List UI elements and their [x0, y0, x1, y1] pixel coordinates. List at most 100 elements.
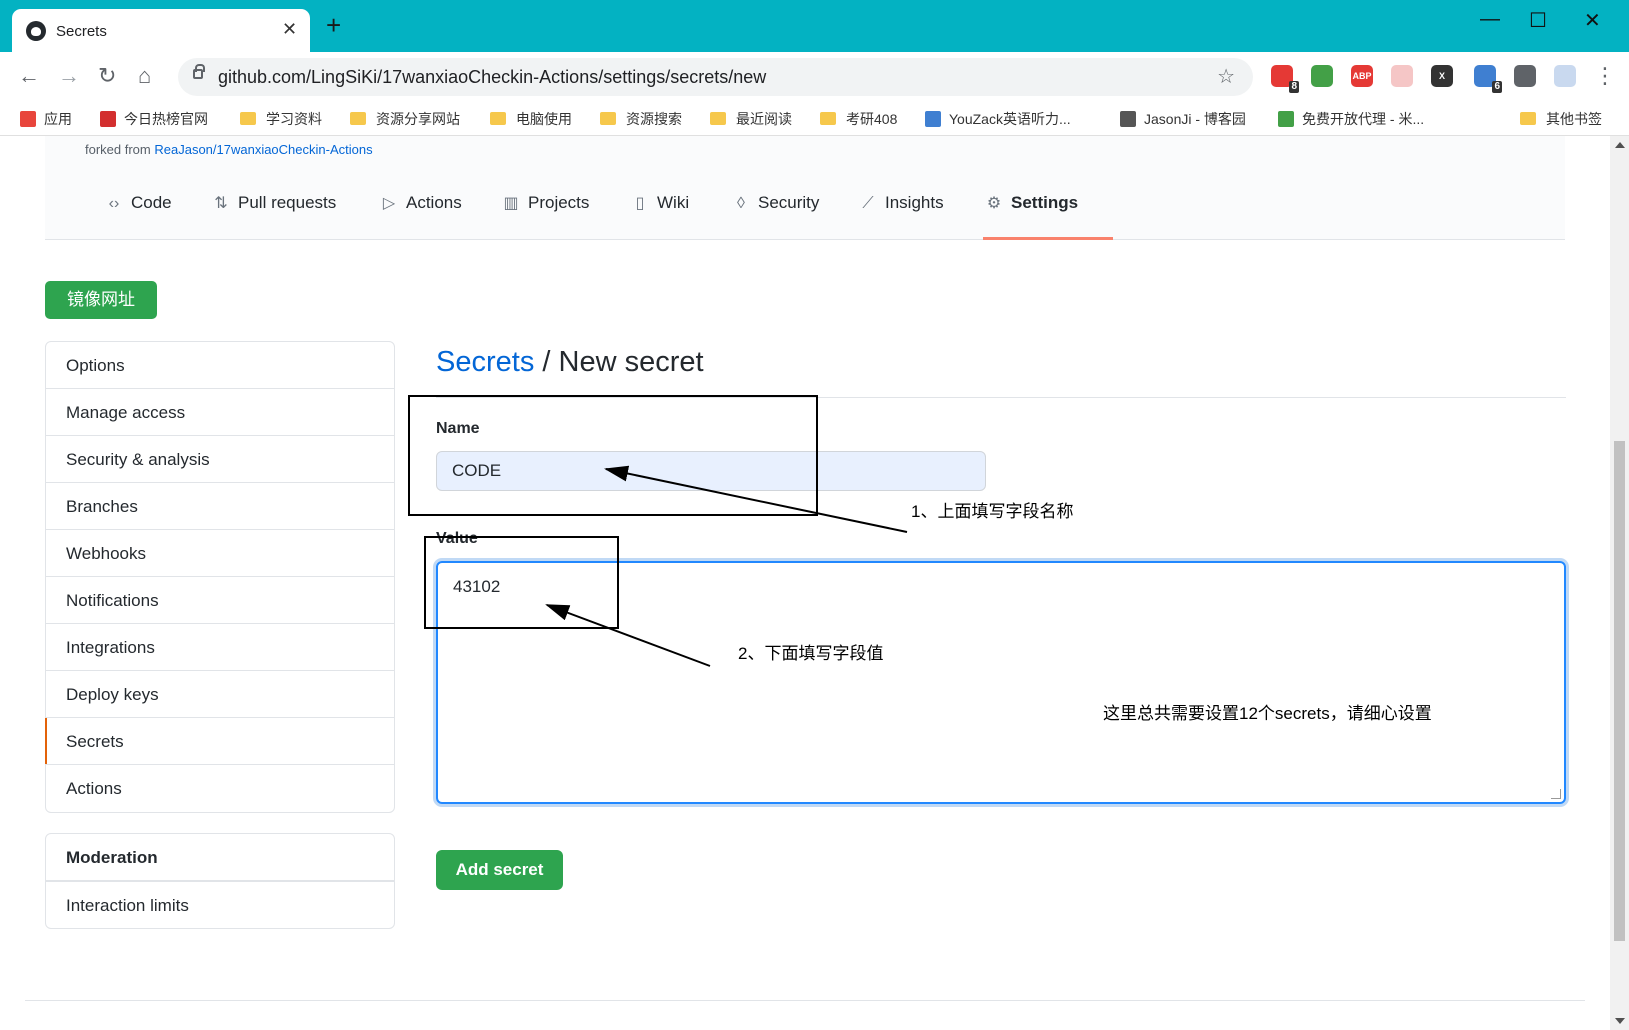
- annotation-note-3: 这里总共需要设置12个secrets，请细心设置: [1103, 704, 1432, 723]
- notes-extension-icon[interactable]: 8: [1271, 65, 1299, 93]
- forked-link[interactable]: ReaJason/17wanxiaoCheckin-Actions: [154, 142, 372, 157]
- close-window-button[interactable]: ✕: [1584, 8, 1601, 33]
- secrets-breadcrumb-link[interactable]: Secrets: [436, 346, 534, 378]
- bookmark-item[interactable]: 应用: [20, 109, 72, 129]
- page-title: Secrets / New secret: [436, 346, 704, 379]
- extension-badge: 8: [1289, 81, 1299, 93]
- bookmark-item[interactable]: 电脑使用: [490, 109, 572, 129]
- sidebar-item-branches[interactable]: Branches: [46, 483, 394, 530]
- page-scrollbar[interactable]: [1610, 136, 1629, 1030]
- bookmark-label: 电脑使用: [516, 111, 572, 127]
- cat-extension-icon[interactable]: [1391, 65, 1413, 87]
- bookmark-label: 今日热榜官网: [124, 111, 208, 127]
- browser-toolbar: ← → ↻ ⌂ github.com/LingSiKi/17wanxiaoChe…: [0, 52, 1629, 102]
- bookmark-label: YouZack英语听力...: [949, 111, 1071, 127]
- globe-extension-icon[interactable]: [1311, 65, 1333, 87]
- folder-icon: [820, 112, 836, 125]
- folder-icon: [350, 112, 366, 125]
- tab-label: Projects: [528, 193, 590, 212]
- bookmark-item[interactable]: 最近阅读: [710, 109, 792, 129]
- bookmark-item[interactable]: 考研408: [820, 109, 897, 129]
- extension-badge: 6: [1492, 81, 1502, 93]
- bookmark-item[interactable]: YouZack英语听力...: [925, 109, 1071, 129]
- folder-icon: [1520, 112, 1536, 125]
- tab-label: Actions: [406, 193, 462, 212]
- bookmark-label: 资源搜索: [626, 111, 682, 127]
- x-extension-icon[interactable]: X: [1431, 65, 1453, 87]
- adblock-icon[interactable]: ABP: [1351, 65, 1373, 87]
- sidebar-item-deploy-keys[interactable]: Deploy keys: [46, 671, 394, 718]
- new-tab-button[interactable]: +: [326, 12, 341, 38]
- sidebar-item-actions[interactable]: Actions: [46, 765, 394, 812]
- tab-wiki[interactable]: ▯ Wiki: [629, 190, 690, 240]
- back-button[interactable]: ←: [18, 63, 40, 89]
- bookmark-item[interactable]: 今日热榜官网: [100, 109, 208, 129]
- address-bar[interactable]: github.com/LingSiKi/17wanxiaoCheckin-Act…: [178, 58, 1253, 96]
- tab-label: Pull requests: [238, 193, 337, 212]
- bookmarks-bar: 应用 今日热榜官网 学习资料 资源分享网站 电脑使用 资源搜索 最近阅读 考研408 YouZa…: [0, 102, 1629, 136]
- bookmark-item[interactable]: 资源搜索: [600, 109, 682, 129]
- forked-prefix: forked from: [85, 142, 155, 157]
- sidebar-item-interaction-limits[interactable]: Interaction limits: [46, 881, 394, 928]
- tab-code[interactable]: ‹› Code: [103, 190, 172, 240]
- maximize-button[interactable]: ☐: [1529, 8, 1547, 33]
- github-page: forked from ReaJason/17wanxiaoCheckin-Ac…: [0, 136, 1610, 1030]
- sidebar-item-integrations[interactable]: Integrations: [46, 624, 394, 671]
- sidebar-item-manage-access[interactable]: Manage access: [46, 389, 394, 436]
- bookmark-label: 免费开放代理 - 米...: [1302, 111, 1425, 127]
- sidebar-item-options[interactable]: Options: [46, 342, 394, 389]
- bookmark-item[interactable]: 其他书签: [1520, 109, 1602, 129]
- annotation-box-value: [424, 536, 619, 629]
- sidebar-item-secrets[interactable]: Secrets: [45, 718, 394, 765]
- tab-pull-requests[interactable]: ⇅ Pull requests: [210, 190, 336, 240]
- sidebar-item-webhooks[interactable]: Webhooks: [46, 530, 394, 577]
- url-text: github.com/LingSiKi/17wanxiaoCheckin-Act…: [218, 67, 767, 87]
- browser-tab[interactable]: Secrets ✕: [12, 9, 310, 52]
- apps-grid-icon: [20, 111, 36, 127]
- bookmark-item[interactable]: 资源分享网站: [350, 109, 460, 129]
- tab-actions[interactable]: ▷ Actions: [378, 190, 462, 240]
- apps-extension-icon[interactable]: 6: [1474, 65, 1502, 93]
- profile-avatar[interactable]: [1554, 65, 1576, 87]
- github-favicon-icon: [26, 21, 46, 41]
- forward-button[interactable]: →: [58, 63, 80, 89]
- blog-icon: [1120, 111, 1136, 127]
- puzzle-icon[interactable]: [1514, 65, 1536, 87]
- scroll-thumb[interactable]: [1614, 441, 1625, 941]
- moderation-menu: Moderation Interaction limits: [45, 833, 395, 929]
- bookmark-item[interactable]: JasonJi - 博客园: [1120, 109, 1246, 129]
- sidebar-item-notifications[interactable]: Notifications: [46, 577, 394, 624]
- tab-projects[interactable]: ▥ Projects: [500, 190, 589, 240]
- resize-grip-icon[interactable]: [1551, 789, 1561, 799]
- new-secret-title: New secret: [558, 346, 704, 378]
- add-secret-button[interactable]: Add secret: [436, 850, 563, 890]
- tab-settings[interactable]: ⚙ Settings: [983, 190, 1078, 240]
- bookmark-label: 考研408: [846, 111, 898, 127]
- bookmark-label: 最近阅读: [736, 111, 792, 127]
- insights-icon: ⟋: [862, 195, 874, 212]
- minimize-button[interactable]: —: [1480, 8, 1500, 31]
- annotation-box-name: [408, 395, 818, 516]
- moderation-heading: Moderation: [46, 834, 394, 881]
- tab-close-icon[interactable]: ✕: [282, 19, 297, 40]
- bookmark-item[interactable]: 免费开放代理 - 米...: [1278, 109, 1424, 129]
- mirror-url-button[interactable]: 镜像网址: [45, 281, 157, 319]
- bookmark-star-icon[interactable]: ☆: [1217, 64, 1235, 89]
- tab-security[interactable]: ◊ Security: [730, 190, 819, 240]
- sidebar-item-security-analysis[interactable]: Security & analysis: [46, 436, 394, 483]
- home-button[interactable]: ⌂: [138, 63, 151, 89]
- folder-icon: [490, 112, 506, 125]
- browser-titlebar: Secrets ✕ + — ☐ ✕: [0, 0, 1629, 52]
- breadcrumb-separator: /: [534, 346, 559, 378]
- scroll-down-icon[interactable]: [1615, 1018, 1625, 1024]
- annotation-note-2: 2、下面填写字段值: [738, 644, 884, 663]
- forked-from: forked from ReaJason/17wanxiaoCheckin-Ac…: [85, 142, 373, 157]
- reload-button[interactable]: ↻: [98, 63, 116, 89]
- browser-menu-icon[interactable]: ⋮: [1594, 63, 1616, 89]
- bookmark-item[interactable]: 学习资料: [240, 109, 322, 129]
- scroll-up-icon[interactable]: [1615, 142, 1625, 148]
- projects-icon: ▥: [503, 195, 519, 212]
- settings-menu: Options Manage access Security & analysis B…: [45, 341, 395, 813]
- tab-insights[interactable]: ⟋ Insights: [857, 190, 943, 240]
- actions-icon: ▷: [382, 195, 396, 212]
